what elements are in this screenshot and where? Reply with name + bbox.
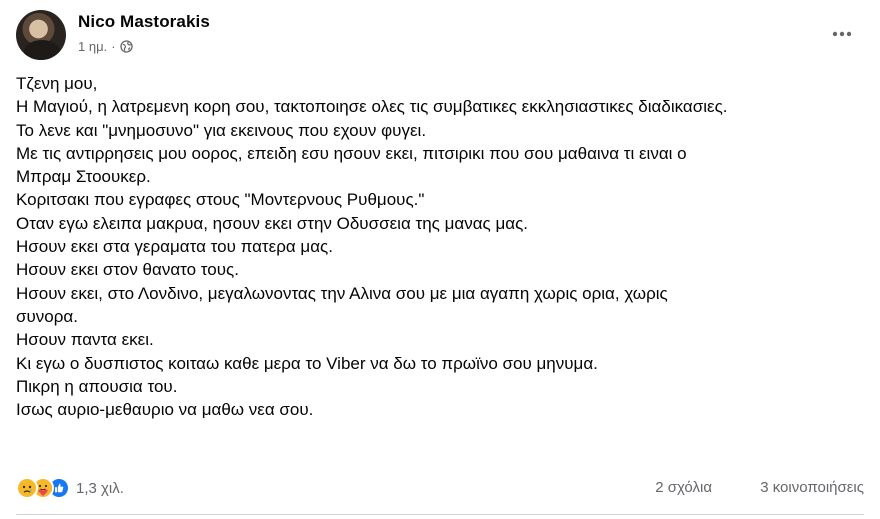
post-line: Ησουν παντα εκει. <box>16 330 154 350</box>
reaction-count: 1,3 χιλ. <box>76 479 124 497</box>
post-line: Οταν εγω ελειπα μακρυα, ησουν εκει στην … <box>16 213 528 233</box>
sad-reaction-icon <box>16 477 38 499</box>
comments-count-link[interactable]: 2 σχόλια <box>655 479 712 496</box>
facebook-post: Nico Mastorakis 1 ημ. · Τζενη μου, Η Μαγ… <box>0 0 880 519</box>
post-line: Τζενη μου, <box>16 74 98 93</box>
post-line: Ησουν εκει, στο Λονδινο, μεγαλωνοντας τη… <box>16 283 668 303</box>
shares-count-link[interactable]: 3 κοινοποιήσεις <box>760 479 864 496</box>
post-body: Τζενη μου, Η Μαγιού, η λατρεμενη κορη σο… <box>16 72 866 421</box>
post-line: Η Μαγιού, η λατρεμενη κορη σου, τακτοποι… <box>16 97 728 117</box>
post-header: Nico Mastorakis 1 ημ. · <box>16 10 866 60</box>
more-horizontal-icon <box>832 31 852 37</box>
post-line: Κοριτσακι που εγραφες στους "Μοντερνους … <box>16 190 425 210</box>
post-line: Ησουν εκει στον θανατο τους. <box>16 260 239 280</box>
post-line: Πικρη η απουσια του. <box>16 376 178 396</box>
post-line: Μπραμ Στοουκερ. <box>16 167 151 187</box>
footer-divider <box>16 514 864 515</box>
more-options-button[interactable] <box>824 16 860 52</box>
post-line: Κι εγω ο δυσπιστος κοιταω καθε μερα το V… <box>16 353 598 373</box>
post-time[interactable]: 1 ημ. <box>78 39 107 54</box>
author-name[interactable]: Nico Mastorakis <box>78 12 210 32</box>
post-line: Το λενε και "μνημοσυνο" για εκεινους που… <box>16 120 427 140</box>
post-line: Ησουν εκει στα γεραματα του πατερα μας. <box>16 237 333 257</box>
post-line: συνορα. <box>16 306 78 326</box>
globe-icon[interactable] <box>119 40 133 53</box>
post-line: Ισως αυριο-μεθαυριο να μαθω νεα σου. <box>16 400 314 420</box>
post-footer: 1,3 χιλ. 2 σχόλια 3 κοινοποιήσεις <box>16 477 864 501</box>
post-line: Με τις αντιρρησεις μου οορος, επειδη εσυ… <box>16 143 687 163</box>
post-meta: 1 ημ. · <box>78 39 133 54</box>
author-avatar[interactable] <box>16 10 66 60</box>
meta-separator: · <box>111 39 116 54</box>
reactions-summary[interactable]: 1,3 χιλ. <box>16 477 124 499</box>
